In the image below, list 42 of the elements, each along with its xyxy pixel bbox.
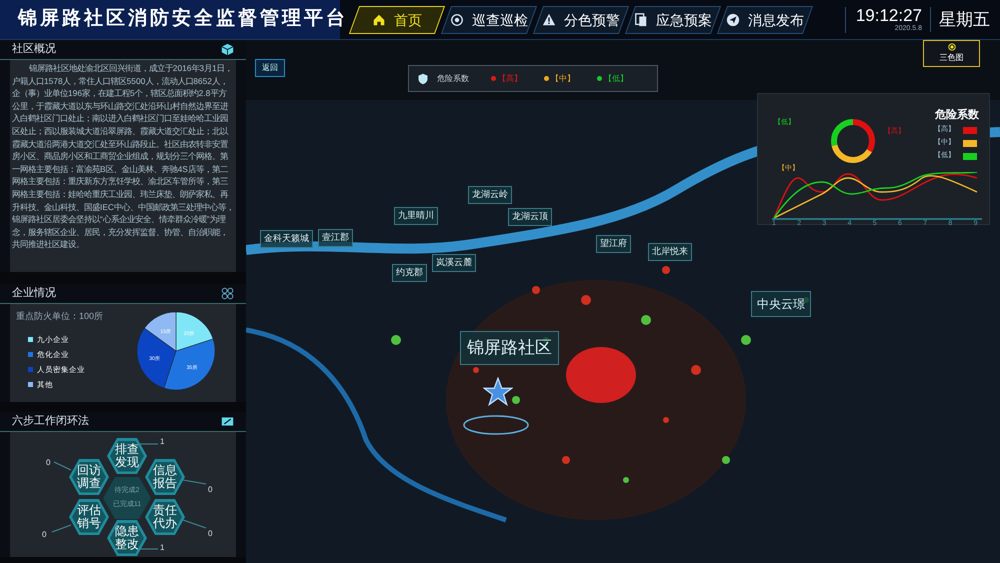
weekday: 星期五	[930, 6, 990, 32]
step-count: 1	[160, 542, 164, 554]
step-label: 回访调查	[72, 462, 106, 492]
nav-tab[interactable]: 分色预警	[532, 6, 630, 34]
map-label: 壹江郡	[318, 229, 353, 246]
overview-text: 锦屏路社区地处渝北区回兴街道，成立于2016年3月1日，户籍人口1578人，常住人口辖区5500人，流动人口8652人，企（事）业单位196家，在建工程5个，辖区总面积约2.8平方公里，于霞藏大道以东与环山路交汇处沿环山村自然边界至进入白鹤社区门口处止；南以进入白鹤社区门口至娃哈哈工业园区处止；西以服装城大道沿翠屏路、霞藏大道交汇处止；北以霞藏大道沿两港大道交汇处至环山路段止。社区由农转非安置房小区、商品房小区和工商贸企业组成，规划分三个网格。第一网格主要包括：富渝苑B区、金山美林、奔驰4S店等，第二网格主要包括：重庆新东方烹饪学校、渝北区车管所等，第三网格主要包括：娃哈哈重庆工业园、玮兰床垫、朗萨家私、再升科技、金山科技、国盛IEC中心、中国邮政第三处理中心等，锦屏路社区居委会坚持以“心系企业安全、情牵群众冷暖”为理念，服务辖区企业、居民，充分发挥监督、协管、自治职能，共同推进社区建设。	[12, 62, 234, 251]
nav-tab[interactable]: 消息发布	[716, 6, 814, 34]
step-label: 排查发现	[110, 440, 144, 472]
panel-title: 企业情况	[12, 286, 56, 302]
back-button[interactable]: 返回	[255, 59, 285, 77]
legend-label: 【低】	[604, 72, 628, 84]
map-label: 龙湖云岭	[468, 186, 512, 204]
step-count: 0	[42, 529, 46, 541]
risk-panel-title: 危险系数	[935, 108, 979, 123]
summary-text: 重点防火单位：100所	[16, 310, 104, 323]
step-label: 信息报告	[148, 462, 182, 492]
three-color-button[interactable]: 三色图	[923, 40, 980, 67]
step-label: 评估销号	[72, 502, 106, 532]
legend-title: 危险系数	[437, 72, 469, 84]
map-label: 北岸悦来	[648, 243, 692, 260]
step-count: 1	[160, 436, 164, 448]
step-label: 责任代办	[148, 502, 182, 532]
map-label: 锦屏路社区	[460, 331, 559, 364]
step-count: 0	[208, 528, 212, 540]
step-count: 0	[46, 457, 50, 469]
legend-label: 【中】	[551, 72, 575, 84]
map-label: 中央云璟	[751, 291, 811, 317]
step-count: 0	[208, 484, 212, 496]
nav-tab[interactable]: 首页	[348, 6, 446, 34]
step-label: 隐患整改	[110, 522, 144, 554]
nav-tab[interactable]: 巡查巡检	[440, 6, 538, 34]
nav-tab[interactable]: 应急预案	[624, 6, 722, 34]
panel-title: 社区概况	[12, 42, 56, 58]
legend-label: 【高】	[498, 72, 522, 84]
map-label: 望江府	[596, 235, 631, 252]
map-label: 约克郡	[392, 264, 427, 282]
clock-time: 19:12:27	[856, 6, 922, 24]
map-label: 九里晴川	[394, 207, 438, 224]
panel-title: 六步工作闭环法	[12, 414, 89, 430]
map-label: 龙湖云顶	[508, 208, 552, 226]
map-label: 金科天籁城	[260, 230, 313, 248]
map-label: 岚溪云麓	[432, 254, 476, 272]
